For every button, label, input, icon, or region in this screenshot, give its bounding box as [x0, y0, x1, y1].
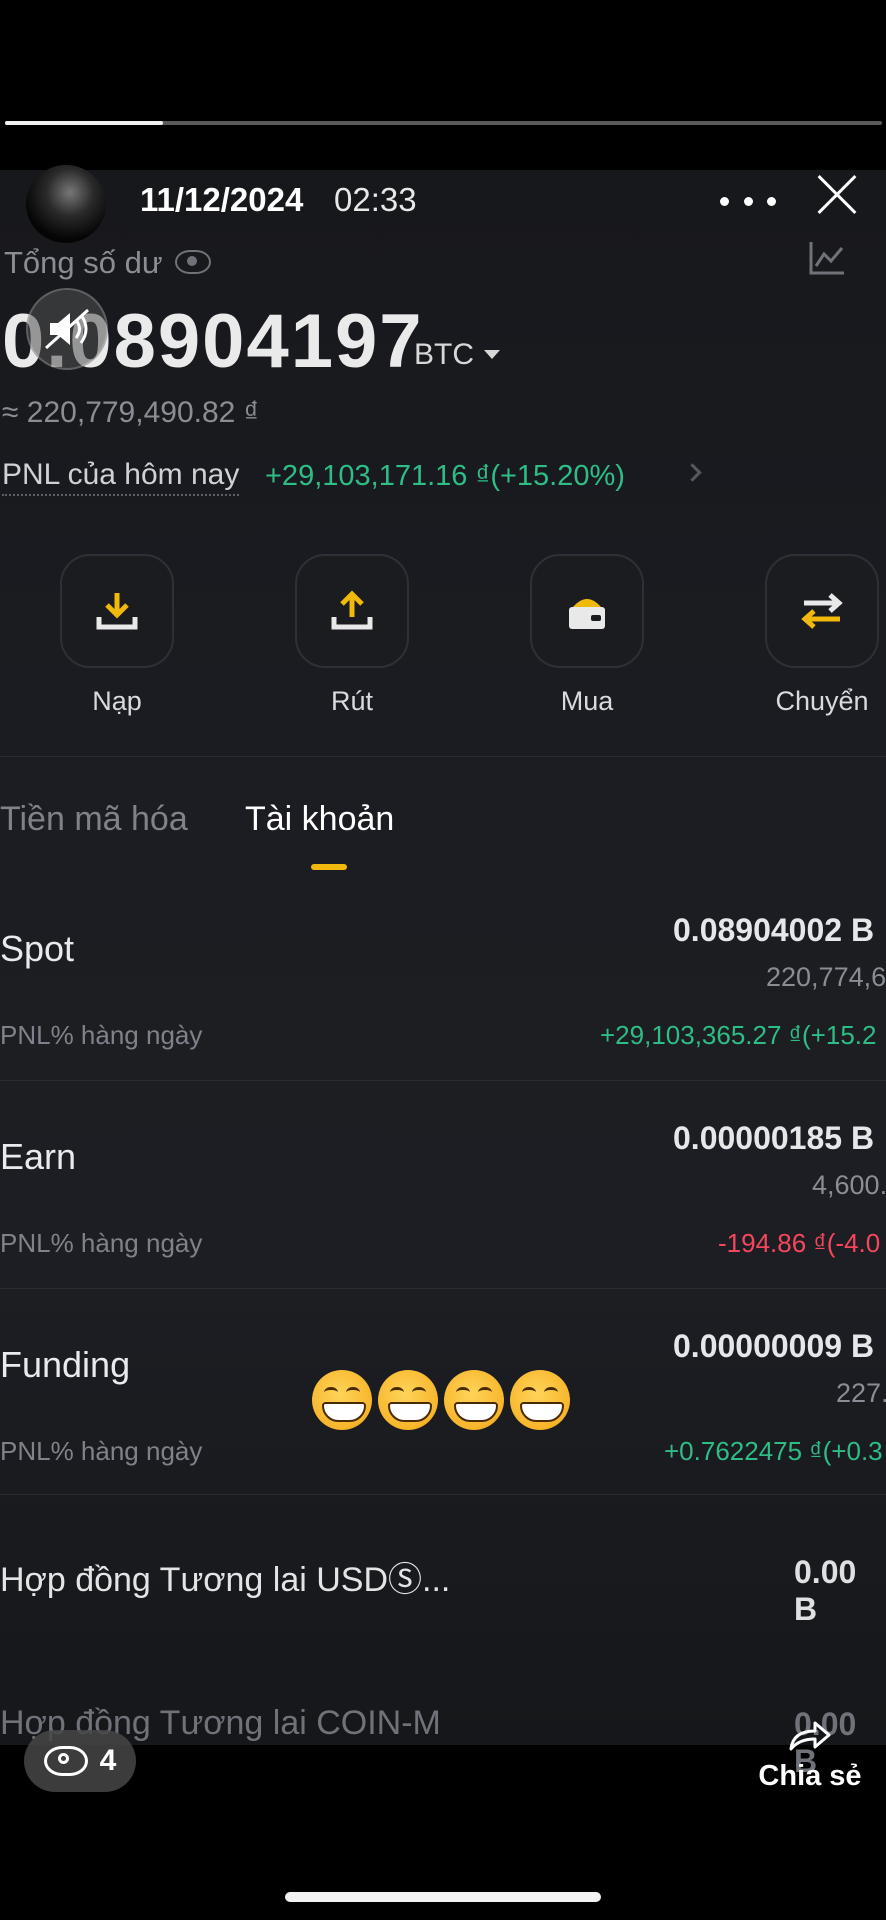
- story-date: 11/12/2024: [140, 181, 304, 218]
- divider: [0, 1080, 886, 1081]
- chart-icon[interactable]: [808, 240, 846, 276]
- account-name: Funding: [0, 1344, 131, 1385]
- story-time: 02:33: [334, 181, 417, 218]
- deposit-button[interactable]: Nạp: [42, 554, 192, 717]
- grinning-emoji-sticker: [312, 1370, 570, 1430]
- account-btc-value: 0.00000185 B: [673, 1120, 875, 1156]
- account-name: Hợp đồng Tương lai USDⓈ...: [0, 1561, 451, 1599]
- pnl-today-value: +29,103,171.16 ₫(+15.20%): [265, 460, 625, 492]
- account-fiat-value: 227.: [836, 1378, 886, 1408]
- balance-unit-selector[interactable]: BTC: [414, 338, 474, 372]
- viewers-button[interactable]: 4: [24, 1730, 136, 1792]
- chevron-down-icon[interactable]: [484, 350, 500, 359]
- grin-emoji-icon: [312, 1370, 372, 1430]
- grin-emoji-icon: [378, 1370, 438, 1430]
- story-header: 11/12/2024 02:33: [0, 165, 886, 243]
- tab-crypto[interactable]: Tiền mã hóa: [0, 800, 188, 839]
- more-options-button[interactable]: [720, 181, 776, 221]
- total-balance-label: Tổng số dư: [4, 245, 163, 280]
- account-pnl-value: -194.86 ₫(-4.0: [718, 1228, 881, 1258]
- eye-icon[interactable]: [175, 250, 211, 274]
- withdraw-label: Rút: [330, 686, 374, 716]
- share-button[interactable]: Chia sẻ: [750, 1715, 870, 1793]
- eye-icon: [43, 1746, 88, 1776]
- home-indicator: [285, 1892, 601, 1902]
- account-fiat-value: 220,774,6: [766, 962, 886, 992]
- account-fiat-value: 4,600.: [812, 1170, 886, 1200]
- dot-icon: [720, 196, 729, 206]
- account-pnl-value: +29,103,365.27 ₫(+15.2: [600, 1020, 877, 1050]
- account-btc-value: 0.00 B: [794, 1554, 857, 1627]
- transfer-label: Chuyển: [775, 686, 869, 716]
- account-name: Earn: [0, 1136, 77, 1177]
- dot-icon: [743, 196, 753, 206]
- fiat-balance: ≈ 220,779,490.82 ₫: [2, 396, 260, 429]
- transfer-button[interactable]: Chuyển: [747, 554, 886, 717]
- withdraw-button[interactable]: Rút: [277, 554, 427, 717]
- tab-account[interactable]: Tài khoản: [245, 800, 394, 839]
- withdraw-icon: [331, 590, 373, 630]
- buy-icon: [569, 599, 605, 629]
- dot-icon: [767, 196, 776, 206]
- transfer-icon: [801, 593, 843, 629]
- account-pnl-label: PNL% hàng ngày: [0, 1228, 203, 1258]
- account-btc-value: 0.08904002 B: [673, 912, 875, 948]
- buy-label: Mua: [560, 686, 614, 716]
- buy-button[interactable]: Mua: [512, 554, 662, 717]
- viewer-count: 4: [99, 1744, 117, 1777]
- grin-emoji-icon: [510, 1370, 570, 1430]
- share-label: Chia sẻ: [758, 1760, 862, 1792]
- divider: [0, 1288, 886, 1289]
- account-pnl-label: PNL% hàng ngày: [0, 1436, 203, 1466]
- story-progress-fill: [5, 121, 163, 125]
- story-progress-bar: [5, 121, 882, 125]
- speaker-muted-icon: [44, 308, 90, 350]
- avatar[interactable]: [26, 165, 106, 243]
- account-btc-value: 0.00000009 B: [673, 1328, 875, 1364]
- divider: [0, 756, 886, 757]
- mute-button[interactable]: [26, 288, 108, 370]
- grin-emoji-icon: [444, 1370, 504, 1430]
- deposit-label: Nạp: [92, 686, 142, 716]
- divider: [0, 1494, 886, 1495]
- account-name: Spot: [0, 928, 75, 969]
- share-arrow-icon: [789, 1721, 831, 1751]
- account-pnl-value: +0.7622475 ₫(+0.3: [664, 1436, 883, 1466]
- pnl-today-label[interactable]: PNL của hôm nay: [2, 458, 240, 496]
- close-icon[interactable]: [815, 173, 859, 217]
- tab-active-indicator: [311, 864, 347, 870]
- account-pnl-label: PNL% hàng ngày: [0, 1020, 203, 1050]
- deposit-icon: [96, 593, 138, 630]
